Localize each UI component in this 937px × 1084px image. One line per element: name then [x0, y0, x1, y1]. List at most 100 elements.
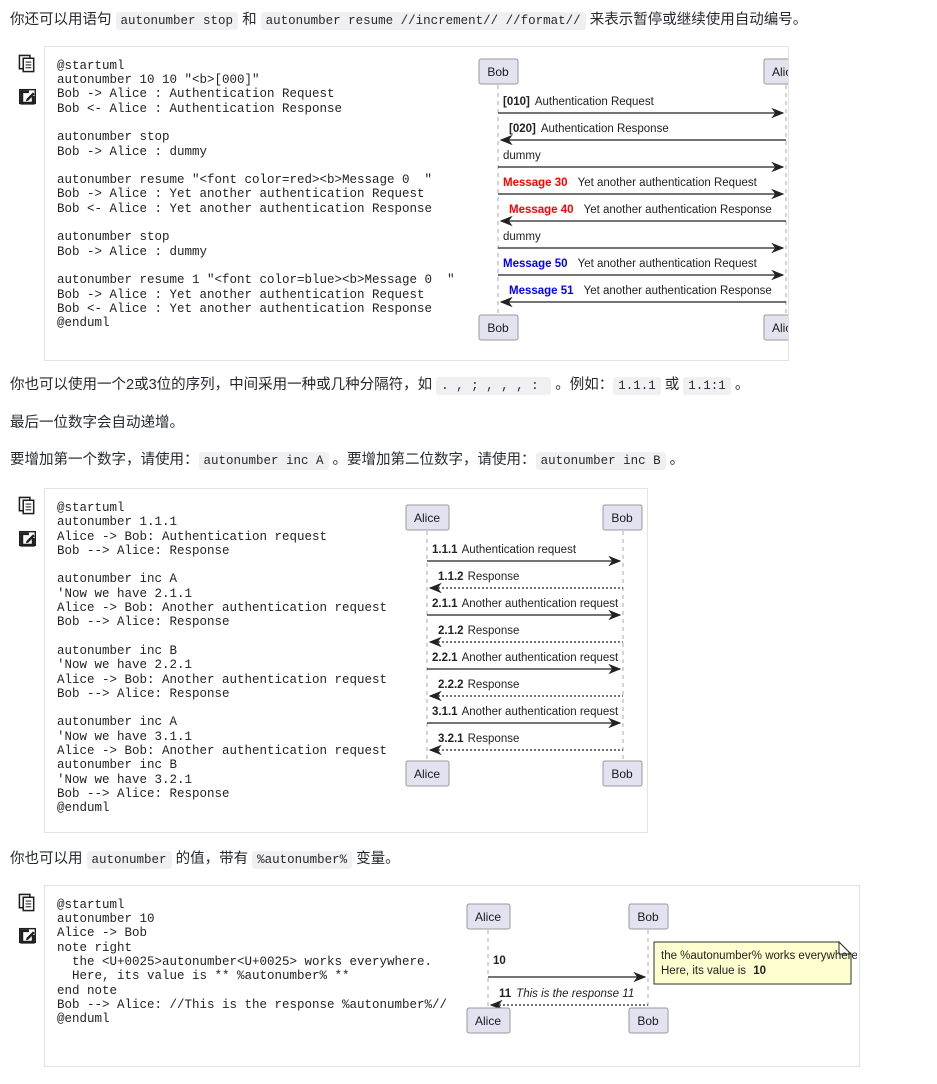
diagram3-actor-alice-bottom: Alice: [475, 1014, 501, 1028]
diagram1-msg-3: Message 30 Yet another authentication Req…: [503, 177, 758, 189]
para1-text-c: 来表示暂停或继续使用自动编号。: [585, 12, 808, 28]
diagram2-msg-7: 3.2.1 Response: [438, 733, 519, 745]
block-3-source[interactable]: @startuml autonumber 10 Alice -> Bob not…: [57, 898, 447, 1027]
diagram1-actor-bob-bottom: Bob: [487, 321, 509, 335]
edit-icon[interactable]: [18, 87, 37, 106]
diagram2-msg-0-num: 1.1.1: [432, 544, 458, 556]
diagram2-msg-5-text: Response: [468, 679, 520, 691]
block-3-panel: @startuml autonumber 10 Alice -> Bob not…: [44, 884, 860, 1067]
para2-text-a: 你也可以使用一个2或3位的序列，中间采用一种或几种分隔符，如: [10, 376, 437, 393]
diagram2-msg-2-text: Another authentication request: [462, 598, 619, 610]
para4-text-c: 。: [665, 452, 685, 469]
inline-code-inc-b: autonumber inc B: [535, 452, 666, 471]
para3-text: 最后一位数字会自动递增。: [10, 414, 184, 431]
code-example-block-1: @startuml autonumber 10 10 "<b>[000]" Bo…: [0, 45, 937, 361]
block-2-source[interactable]: @startuml autonumber 1.1.1 Alice -> Bob:…: [57, 501, 387, 816]
diagram1-msg-3-text: Yet another authentication Request: [577, 177, 757, 189]
diagram3-actor-bob-bottom: Bob: [637, 1014, 659, 1028]
paragraph-1: 你还可以用语句 autonumber stop 和 autonumber res…: [0, 0, 937, 40]
diagram1-actor-alice-bottom: Alice: [772, 321, 789, 335]
para1-text-a: 你还可以用语句: [10, 12, 116, 28]
diagram3-note-line2-value: 10: [753, 965, 766, 977]
diagram2-actor-bob-bottom: Bob: [611, 767, 633, 781]
diagram1-msg-1-num: [020]: [509, 123, 536, 135]
diagram1-msg-6-num: Message 50: [503, 258, 568, 270]
inline-code-inc-a: autonumber inc A: [198, 452, 329, 471]
diagram2-msg-4: 2.2.1 Another authentication request: [432, 652, 619, 664]
para5-text-b: 的值，带有: [171, 851, 253, 867]
diagram1-msg-0-text: Authentication Request: [534, 96, 654, 108]
block-3-code-column: @startuml autonumber 10 Alice -> Bob not…: [45, 886, 457, 1039]
diagram2-msg-2-num: 2.1.1: [432, 598, 458, 610]
copy-icon[interactable]: [18, 496, 37, 515]
block-2-diagram-column: Alice Bob 1.1.1 Authentication request 1.…: [397, 489, 647, 821]
diagram3-actor-bob-top: Bob: [637, 910, 659, 924]
diagram3-msg-1-num: 11: [499, 988, 512, 1000]
diagram1-msg-5: dummy: [503, 231, 541, 243]
edit-icon[interactable]: [18, 926, 37, 945]
diagram2-msg-6-num: 3.1.1: [432, 706, 458, 718]
inline-code-autonumber-stop: autonumber stop: [115, 12, 239, 30]
para2-text-c: 或: [660, 376, 684, 393]
copy-icon[interactable]: [18, 54, 37, 73]
edit-icon[interactable]: [18, 529, 37, 548]
diagram1-msg-1: [020] Authentication Response: [509, 123, 669, 135]
diagram1-msg-4-text: Yet another authentication Response: [583, 204, 771, 216]
paragraph-2: 你也可以使用一个2或3位的序列，中间采用一种或几种分隔符，如 . , ; , ,…: [0, 361, 937, 397]
inline-code-separators: . , ; , , , :: [436, 376, 552, 395]
diagram1-msg-1-text: Authentication Response: [540, 123, 668, 135]
block-2-gutter: [14, 496, 40, 548]
paragraph-3: 最后一位数字会自动递增。: [0, 397, 937, 435]
para5-text-a: 你也可以用: [10, 851, 87, 867]
diagram2-msg-3: 2.1.2 Response: [438, 625, 519, 637]
diagram3-msg-1-text: This is the response 11: [516, 988, 634, 1000]
diagram2-msg-7-num: 3.2.1: [438, 733, 464, 745]
diagram2-msg-1-text: Response: [468, 571, 520, 583]
diagram1-msg-7-text: Yet another authentication Response: [583, 285, 771, 297]
diagram1-msg-6: Message 50 Yet another authentication Req…: [503, 258, 758, 270]
paragraph-4: 要增加第一个数字，请使用： autonumber inc A 。要增加第二位数字，…: [0, 434, 937, 476]
page-root: 你还可以用语句 autonumber stop 和 autonumber res…: [0, 0, 937, 1067]
diagram1-actor-bob-top: Bob: [487, 65, 509, 79]
diagram1-msg-3-num: Message 30: [503, 177, 568, 189]
copy-icon[interactable]: [18, 893, 37, 912]
diagram2-msg-4-text: Another authentication request: [462, 652, 619, 664]
diagram1-msg-2: dummy: [503, 150, 541, 162]
paragraph-5: 你也可以用 autonumber 的值，带有 %autonumber% 变量。: [0, 833, 937, 875]
diagram3-actor-alice-top: Alice: [475, 910, 501, 924]
diagram1-msg-4: Message 40 Yet another authentication Res…: [509, 204, 772, 216]
diagram1-msg-6-text: Yet another authentication Request: [577, 258, 757, 270]
diagram2-msg-2: 2.1.1 Another authentication request: [432, 598, 619, 610]
diagram1-msg-7-num: Message 51: [509, 285, 574, 297]
block-1-panel: @startuml autonumber 10 10 "<b>[000]" Bo…: [44, 45, 789, 361]
inline-code-autonumber: autonumber: [86, 851, 172, 869]
diagram3-msg-0: 10: [493, 955, 506, 967]
diagram2-msg-1: 1.1.2 Response: [438, 571, 519, 583]
diagram1-msg-5-text: dummy: [503, 231, 541, 243]
diagram1-msg-4-num: Message 40: [509, 204, 574, 216]
diagram2-msg-6-text: Another authentication request: [462, 706, 619, 718]
block-2-panel: @startuml autonumber 1.1.1 Alice -> Bob:…: [44, 488, 648, 833]
diagram3-msg-1: 11 This is the response 11: [499, 988, 634, 1000]
inline-code-11c1: 1.1:1: [683, 376, 731, 395]
para2-text-d: 。: [730, 376, 750, 393]
diagram3-note-line1: the %autonumber% works everywhere.: [661, 950, 857, 962]
inline-code-autonumber-resume: autonumber resume //increment// //format…: [260, 12, 586, 30]
block-1-source[interactable]: @startuml autonumber 10 10 "<b>[000]" Bo…: [57, 59, 455, 331]
diagram2-msg-4-num: 2.2.1: [432, 652, 458, 664]
diagram3-msg-0-num: 10: [493, 955, 506, 967]
diagram3-note-line2-a: Here, its value is: [661, 965, 749, 977]
code-example-block-3: @startuml autonumber 10 Alice -> Bob not…: [0, 884, 937, 1067]
block-1-gutter: [14, 54, 40, 106]
diagram2-actor-alice-bottom: Alice: [414, 767, 440, 781]
diagram2-msg-7-text: Response: [468, 733, 520, 745]
para1-text-b: 和: [238, 12, 261, 28]
para2-text-b: 。例如：: [551, 376, 614, 393]
diagram2-msg-1-num: 1.1.2: [438, 571, 464, 583]
diagram2-msg-5-num: 2.2.2: [438, 679, 464, 691]
block-1-diagram-column: Bob Alice [010] Authentication Request [0…: [465, 47, 789, 359]
para5-text-c: 变量。: [352, 851, 400, 867]
diagram2-msg-0: 1.1.1 Authentication request: [432, 544, 577, 556]
diagram1-msg-7: Message 51 Yet another authentication Res…: [509, 285, 772, 297]
sequence-diagram-1: Bob Alice [010] Authentication Request [0…: [478, 58, 789, 341]
